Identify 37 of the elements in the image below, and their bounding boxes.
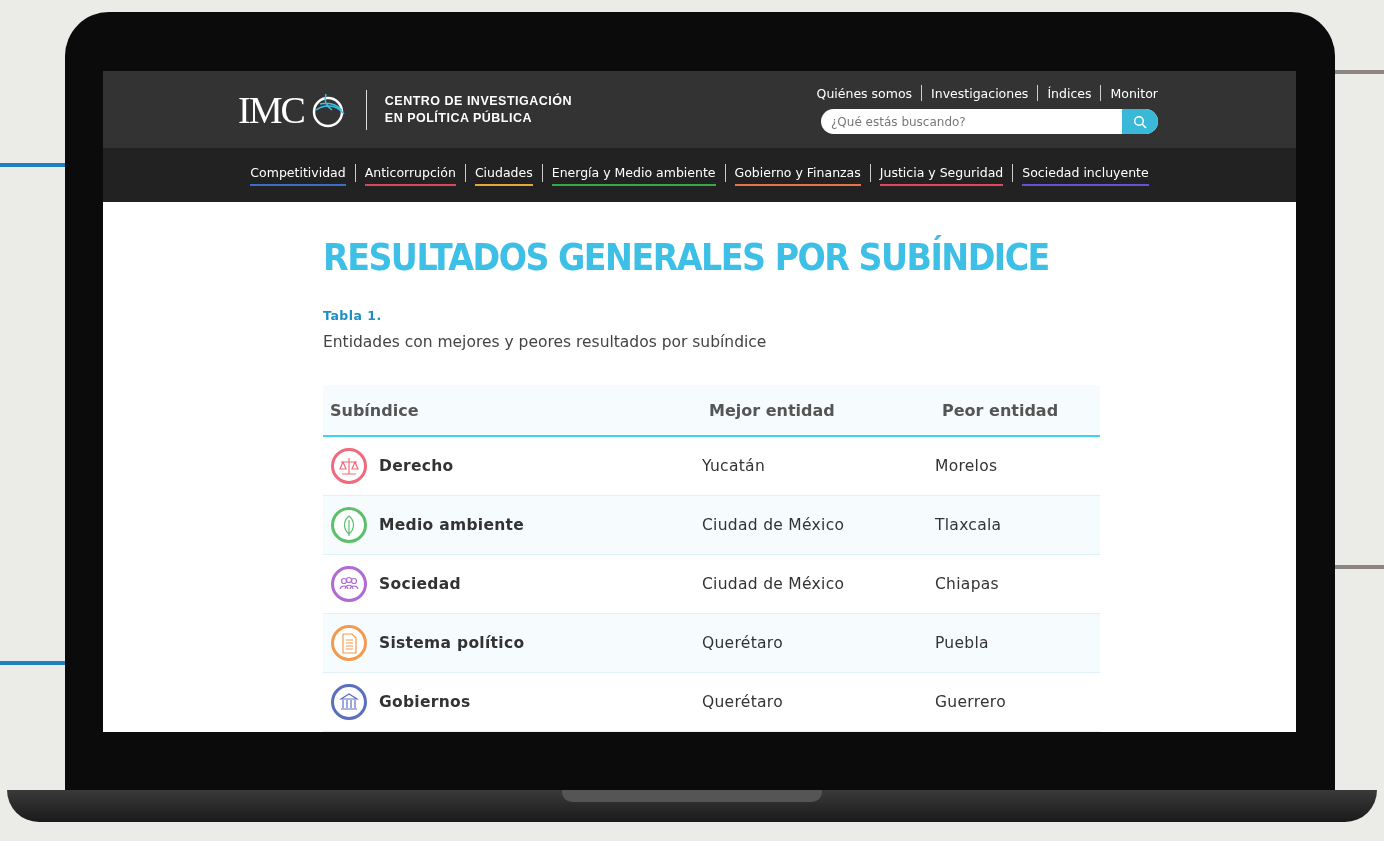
table-cell-text: Puebla: [935, 634, 990, 652]
table-cell: Gobiernos: [379, 693, 471, 711]
top-link[interactable]: Monitor: [1110, 85, 1158, 101]
table-cell-text: Ciudad de México: [702, 516, 846, 534]
table-cell-text: Guerrero: [935, 693, 1007, 711]
top-link[interactable]: Quiénes somos: [816, 85, 913, 101]
column-header: Peor entidad: [941, 400, 1060, 420]
table-cell-text: Ciudad de México: [702, 575, 846, 593]
org-name: CENTRO DE INVESTIGACIÓN: [384, 92, 572, 110]
table-cell-text: Querétaro: [702, 634, 784, 652]
search-button[interactable]: [1122, 109, 1158, 134]
nav-link[interactable]: Justicia y Seguridad: [879, 164, 1004, 186]
top-link[interactable]: Investigaciones: [931, 85, 1029, 101]
logo-text[interactable]: IMC: [238, 87, 304, 132]
search-icon: [1133, 114, 1147, 129]
column-header: Mejor entidad: [708, 400, 836, 420]
table-label: Tabla 1.: [323, 308, 383, 323]
table-caption: Entidades con mejores y peores resultados por subíndice: [323, 333, 768, 351]
top-link[interactable]: Índices: [1047, 85, 1092, 101]
nav-link[interactable]: Sociedad incluyente: [1022, 164, 1149, 186]
table-cell-text: Morelos: [935, 457, 999, 475]
table-cell-text: Querétaro: [702, 693, 784, 711]
table-cell: Sistema político: [379, 634, 525, 652]
nav-link[interactable]: Energía y Medio ambiente: [551, 164, 716, 186]
table-cell-text: Yucatán: [702, 457, 767, 475]
table-cell: Medio ambiente: [379, 516, 525, 534]
table-cell-text: Tlaxcala: [935, 516, 1003, 534]
org-name: EN POLÍTICA PÚBLICA: [384, 109, 534, 127]
nav-link[interactable]: Competitividad: [250, 164, 346, 186]
column-header: Subíndice: [329, 400, 420, 420]
table-cell: Derecho: [379, 457, 454, 475]
page-title: RESULTADOS GENERALES POR SUBÍNDICE: [323, 234, 1050, 281]
table-cell-text: Chiapas: [935, 575, 1000, 593]
nav-link[interactable]: Anticorrupción: [364, 164, 456, 186]
table-cell: Sociedad: [379, 575, 461, 593]
nav-link[interactable]: Ciudades: [474, 164, 533, 186]
nav-link[interactable]: Gobierno y Finanzas: [734, 164, 861, 186]
